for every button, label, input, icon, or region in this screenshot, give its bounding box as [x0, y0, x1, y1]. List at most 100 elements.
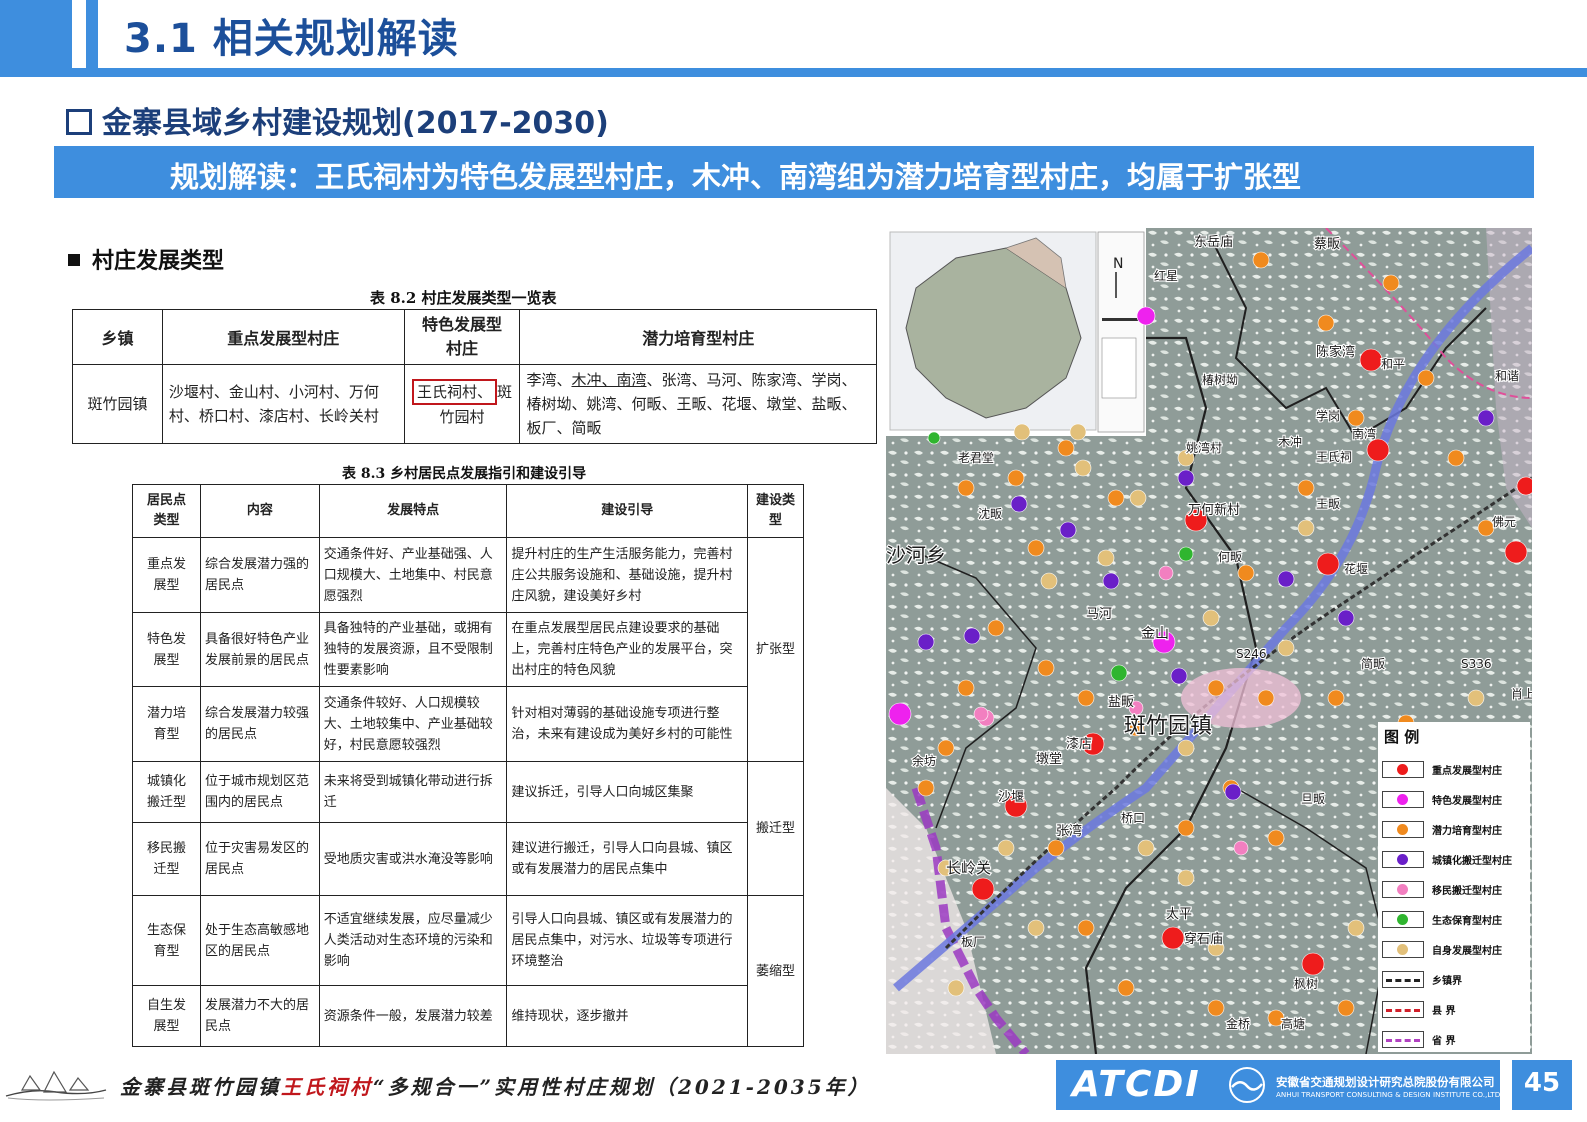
legend-label: 省 界 — [1432, 1036, 1456, 1047]
legend-label: 特色发展型村庄 — [1432, 796, 1502, 807]
table-cell-feature: 不适宜继续发展，应尽量减少人类活动对生态环境的污染和影响 — [318, 895, 508, 986]
map-place-label: 旦畈 — [1301, 792, 1325, 806]
village-marker — [1037, 659, 1055, 677]
table-cell-type: 特色发展型 — [132, 612, 201, 687]
checkbox-square-icon — [66, 109, 92, 135]
map-place-label: 墩堂 — [1036, 752, 1062, 767]
legend-swatch — [1382, 821, 1424, 838]
village-marker — [1202, 609, 1220, 627]
map-place-label: 马河 — [1086, 607, 1112, 622]
village-marker — [1177, 869, 1195, 887]
village-marker — [971, 877, 995, 901]
village-marker — [987, 619, 1005, 637]
village-marker — [1417, 369, 1435, 387]
table-cell-type: 城镇化搬迁型 — [132, 761, 201, 823]
table-cell-type: 自生发展型 — [132, 985, 201, 1047]
village-marker — [1504, 540, 1528, 564]
map-place-label: 蔡畈 — [1314, 237, 1340, 252]
legend-label: 自身发展型村庄 — [1432, 946, 1502, 957]
village-marker — [1074, 459, 1092, 477]
map-place-label: 枫树 — [1294, 976, 1318, 991]
table-cell-content: 综合发展潜力较强的居民点 — [199, 686, 320, 762]
table-cell-content: 发展潜力不大的居民点 — [199, 985, 320, 1047]
table-cell-content: 位于灾害易发区的居民点 — [199, 822, 320, 896]
map-place-label: 红星 — [1154, 268, 1178, 283]
legend-item: 特色发展型村庄 — [1382, 790, 1528, 808]
company-name-en: ANHUI TRANSPORT CONSULTING & DESIGN INST… — [1276, 1090, 1503, 1099]
village-marker — [1516, 476, 1532, 496]
village-marker — [1013, 423, 1031, 441]
legend-swatch — [1382, 851, 1424, 868]
legend-dot-icon — [1397, 794, 1408, 805]
village-marker — [1207, 999, 1225, 1017]
legend-dot-icon — [1397, 764, 1408, 775]
header-accent-bar-thin — [86, 0, 98, 68]
village-marker — [917, 633, 935, 651]
map-place-label: 太平 — [1166, 907, 1192, 922]
map-place-label: 金山 — [1141, 626, 1169, 642]
table-header-cell: 重点发展型村庄 — [161, 309, 405, 365]
legend-item: 自身发展型村庄 — [1382, 940, 1528, 958]
legend-dot-icon — [1397, 824, 1408, 835]
legend-item: 重点发展型村庄 — [1382, 760, 1528, 778]
page-title: 3.1 相关规划解读 — [124, 16, 459, 62]
table-cell-town: 斑竹园镇 — [72, 364, 163, 444]
wave-logo-icon — [1229, 1067, 1265, 1103]
village-marker — [1267, 829, 1285, 847]
map-place-label: 陈家湾 — [1316, 344, 1355, 360]
map-place-label: 和平 — [1381, 357, 1405, 371]
legend-item: 潜力培育型村庄 — [1382, 820, 1528, 838]
village-marker — [1447, 449, 1465, 467]
footer-project-title: 金寨县斑竹园镇王氏祠村“多规合一”实用性村庄规划（2021-2035年） — [120, 1071, 871, 1100]
village-marker — [963, 627, 981, 645]
map-place-label: 长岭关 — [946, 859, 991, 877]
subsection-title: 村庄发展类型 — [68, 243, 224, 275]
village-marker — [1277, 639, 1295, 657]
village-marker — [1177, 819, 1195, 837]
table-cell-content: 处于生态高敏感地区的居民点 — [199, 895, 320, 986]
interpretation-text: 规划解读：王氏祠村为特色发展型村庄，木冲、南湾组为潜力培育型村庄，均属于扩张型 — [170, 160, 1302, 194]
table-cell-feature: 交通条件较好、人口规模较大、土地较集中、产业基础较好，村民意愿较强烈 — [318, 686, 508, 762]
map-place-label: 沙堰 — [998, 790, 1024, 805]
village-marker — [1040, 572, 1058, 590]
table-header-cell: 特色发展型村庄 — [403, 309, 521, 365]
village-marker — [1237, 564, 1255, 582]
village-marker — [937, 739, 955, 757]
table-cell-feature: 受地质灾害或洪水淹没等影响 — [318, 822, 508, 896]
map-place-label: 漆店 — [1066, 736, 1092, 752]
map-place-label: 斑竹园镇 — [1124, 714, 1212, 739]
table-cell-key: 沙堰村、金山村、小河村、万何村、桥口村、漆店村、长岭关村 — [161, 364, 405, 444]
map-place-label: 余坊 — [912, 753, 936, 768]
village-marker — [1347, 409, 1365, 427]
legend-swatch — [1382, 971, 1424, 988]
map-place-label: 桥口 — [1121, 811, 1145, 825]
village-marker — [1257, 689, 1275, 707]
village-marker — [1010, 495, 1028, 513]
village-marker — [1178, 546, 1194, 562]
map-place-label: 张湾 — [1056, 823, 1082, 839]
legend-dot-icon — [1397, 854, 1408, 865]
map-place-label: 高塘 — [1281, 1016, 1305, 1031]
table-cell-content: 综合发展潜力强的居民点 — [199, 537, 320, 613]
map-place-label: 老君堂 — [958, 451, 994, 465]
table-cell-feature: 资源条件一般，发展潜力较差 — [318, 985, 508, 1047]
potential-underlined: 木冲、南湾 — [571, 371, 647, 389]
table-row: 重点发展型 综合发展潜力强的居民点 交通条件好、产业基础强、人口规模大、土地集中… — [132, 537, 804, 762]
legend-item: 省 界 — [1382, 1030, 1528, 1048]
village-marker — [1233, 840, 1249, 856]
table82-caption: 表 8.2 村庄发展类型一览表 — [370, 289, 557, 307]
table-header-cell: 建设引导 — [506, 484, 749, 538]
village-marker — [1117, 979, 1135, 997]
footer-title-a: 金寨县斑竹园镇 — [120, 1075, 281, 1099]
map-place-label: 佛元 — [1492, 515, 1516, 529]
map-place-label: 椿树坳 — [1202, 372, 1238, 387]
village-marker — [1047, 839, 1065, 857]
village-marker — [1102, 572, 1120, 590]
table-cell-type: 移民搬迁型 — [132, 822, 201, 896]
village-marker — [1161, 926, 1185, 950]
table-cell-guide: 针对相对薄弱的基础设施专项进行整治，未来有建设成为美好乡村的可能性 — [506, 686, 749, 762]
table-header-cell: 居民点类型 — [132, 484, 201, 538]
table-cell-build-type: 搬迁型 — [747, 761, 804, 896]
potential-text-a: 李湾、 — [526, 371, 572, 389]
footer-title-b: “多规合一”实用性村庄规划（2021-2035年） — [373, 1075, 871, 1099]
